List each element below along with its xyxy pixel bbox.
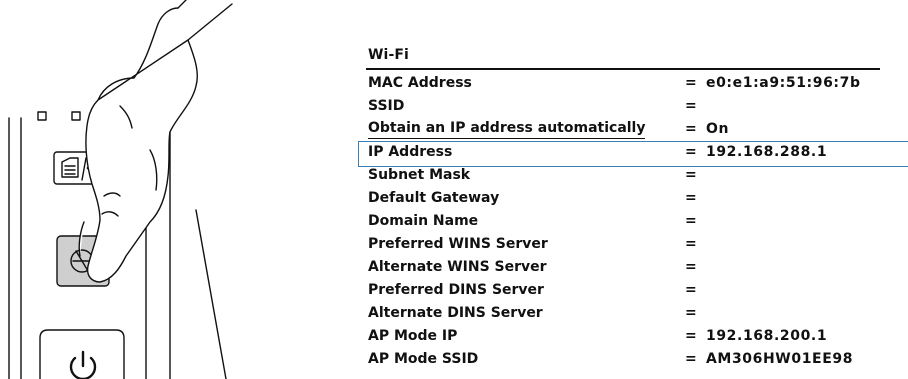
report-row: AP Mode SSID = AM306HW01EE98 — [368, 348, 908, 371]
report-title: Wi-Fi — [368, 47, 409, 63]
title-divider — [366, 68, 880, 70]
hand-icon — [78, 0, 233, 379]
row-separator: = — [685, 98, 697, 114]
row-separator: = — [685, 213, 697, 229]
ip-address-highlight — [358, 141, 908, 167]
row-label: SSID — [368, 98, 405, 114]
row-label: Obtain an IP address automatically — [368, 119, 646, 139]
wifi-report: Wi-Fi MAC Address = e0:e1:a9:51:96:7b SSID =… — [366, 44, 908, 379]
report-row: Alternate DINS Server = — [368, 302, 908, 325]
row-label: Domain Name — [368, 213, 479, 229]
report-row: AP Mode IP = 192.168.200.1 — [368, 325, 908, 348]
row-label: Subnet Mask — [368, 167, 471, 183]
report-row: Alternate WINS Server = — [368, 256, 908, 279]
report-row: Obtain an IP address automatically = On — [368, 118, 908, 141]
report-row: SSID = — [368, 95, 908, 118]
report-row: Subnet Mask = — [368, 164, 908, 187]
report-row: MAC Address = e0:e1:a9:51:96:7b — [368, 72, 908, 95]
report-row: Domain Name = — [368, 210, 908, 233]
row-label: AP Mode SSID — [368, 351, 479, 367]
report-row: Preferred DINS Server = — [368, 279, 908, 302]
indicator-lamp-2 — [71, 111, 81, 121]
power-icon — [69, 350, 97, 379]
power-button[interactable] — [39, 329, 125, 379]
row-separator: = — [685, 236, 697, 252]
control-panel-illustration — [8, 0, 233, 379]
indicator-lamp-1 — [37, 111, 47, 121]
row-separator: = — [685, 121, 697, 137]
row-label: Default Gateway — [368, 190, 500, 206]
row-label: Preferred WINS Server — [368, 236, 548, 252]
row-value: 192.168.200.1 — [706, 328, 828, 344]
row-separator: = — [685, 351, 697, 367]
row-separator: = — [685, 305, 697, 321]
row-separator: = — [685, 190, 697, 206]
row-label: Alternate DINS Server — [368, 305, 543, 321]
row-value: On — [706, 121, 730, 137]
report-row: Default Gateway = — [368, 187, 908, 210]
row-separator: = — [685, 259, 697, 275]
row-separator: = — [685, 282, 697, 298]
report-rows: MAC Address = e0:e1:a9:51:96:7b SSID = Obtain… — [368, 72, 908, 371]
row-separator: = — [685, 167, 697, 183]
row-label: MAC Address — [368, 75, 472, 91]
row-value: e0:e1:a9:51:96:7b — [706, 75, 861, 91]
row-value: AM306HW01EE98 — [706, 351, 854, 367]
row-label: Alternate WINS Server — [368, 259, 547, 275]
row-separator: = — [685, 75, 697, 91]
row-label: Preferred DINS Server — [368, 282, 544, 298]
report-row: Preferred WINS Server = — [368, 233, 908, 256]
row-separator: = — [685, 328, 697, 344]
row-label: AP Mode IP — [368, 328, 458, 344]
